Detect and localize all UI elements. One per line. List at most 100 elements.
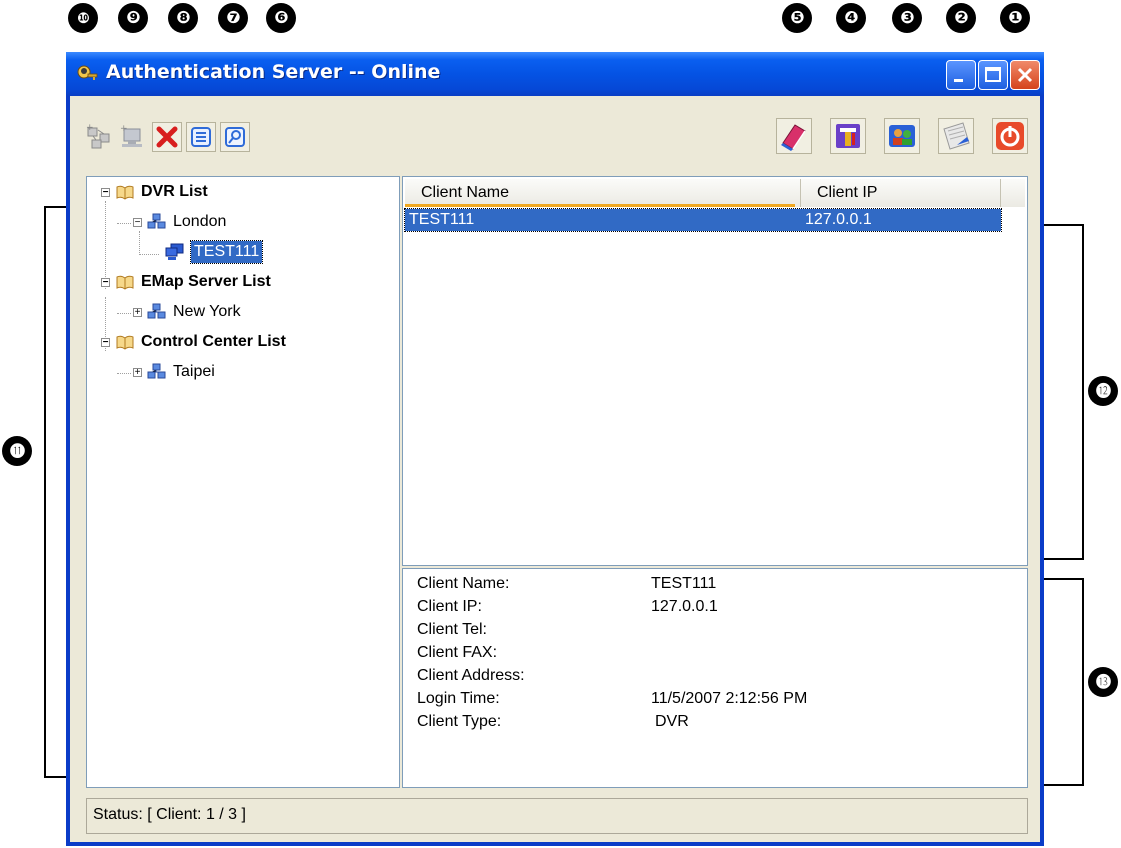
book-button[interactable] (776, 118, 812, 154)
tree-node-dvr-list[interactable]: − DVR List (99, 181, 299, 203)
book-icon (781, 124, 806, 151)
tree-line (139, 254, 159, 255)
tree-node-emap-server-list[interactable]: − EMap Server List (99, 271, 379, 293)
detail-value-client-ip: 127.0.0.1 (651, 598, 718, 615)
users-icon (889, 125, 915, 147)
tree-node-control-center-list[interactable]: − Control Center List (99, 331, 389, 353)
callout-13: ⓭ (1088, 667, 1118, 697)
cell-client-ip: 127.0.0.1 (805, 211, 872, 228)
table-row[interactable]: TEST111 127.0.0.1 (404, 208, 1002, 232)
search-icon (225, 127, 245, 147)
svg-text:+: + (120, 124, 128, 134)
callout-3: ❸ (892, 3, 922, 33)
settings-tools-button[interactable] (830, 118, 866, 154)
tree-node-london[interactable]: − London (133, 211, 333, 233)
notepad-button[interactable] (938, 118, 974, 154)
collapse-toggle[interactable]: − (101, 338, 110, 348)
tree-node-test111[interactable]: TEST111 (159, 240, 359, 264)
callout-7: ❼ (218, 3, 248, 33)
callout-5: ❺ (782, 3, 812, 33)
column-header-filler (1001, 179, 1025, 207)
callout-11: ⓫ (2, 436, 32, 466)
properties-icon (191, 127, 211, 147)
detail-label-login-time: Login Time: (417, 690, 500, 707)
callout-10: ❿ (68, 3, 98, 33)
callout-6: ❻ (266, 3, 296, 33)
tree-label-dvr-list: DVR List (141, 183, 208, 200)
tree-label-emap-server-list: EMap Server List (141, 273, 271, 290)
close-icon (1017, 67, 1033, 83)
tree-line (117, 373, 131, 374)
delete-button[interactable] (152, 122, 182, 152)
column-header-client-name[interactable]: Client Name (405, 179, 801, 207)
network-group-icon (147, 213, 166, 229)
sort-indicator (405, 204, 795, 207)
expand-toggle[interactable]: + (133, 368, 142, 378)
tree-label-new-york: New York (173, 303, 241, 320)
tree-line (117, 223, 131, 224)
notepad-icon (943, 122, 970, 150)
collapse-toggle[interactable]: − (101, 278, 110, 288)
callout-12: ⓬ (1088, 376, 1118, 406)
tree-node-new-york[interactable]: + New York (133, 301, 333, 323)
network-group-icon (147, 363, 166, 379)
tree-node-taipei[interactable]: + Taipei (133, 361, 333, 383)
tree-label-test111: TEST111 (189, 240, 264, 264)
expand-toggle[interactable]: + (133, 308, 142, 318)
callout-8: ❽ (168, 3, 198, 33)
book-open-icon (116, 185, 134, 200)
book-open-icon (116, 335, 134, 350)
callout-9: ❾ (118, 3, 148, 33)
client-list[interactable]: Client Name Client IP TEST111 127.0.0.1 (402, 176, 1028, 566)
app-window: Authentication Server -- Online + + − DV… (66, 52, 1044, 846)
power-button[interactable] (992, 118, 1028, 154)
detail-label-client-type: Client Type: (417, 713, 502, 730)
column-header-label: Client IP (817, 184, 878, 201)
detail-label-client-tel: Client Tel: (417, 621, 487, 638)
properties-button[interactable] (186, 122, 216, 152)
add-server-icon: + (86, 123, 110, 149)
window-title: Authentication Server -- Online (106, 61, 441, 83)
callout-4: ❹ (836, 3, 866, 33)
delete-icon (156, 126, 178, 148)
tree-line (139, 231, 140, 255)
client-details: Client Name: TEST111 Client IP: 127.0.0.… (402, 568, 1028, 788)
detail-value-client-type: DVR (655, 713, 689, 730)
maximize-button[interactable] (978, 60, 1008, 90)
app-key-icon (77, 65, 98, 80)
server-tree[interactable]: − DVR List − London TEST111 − EMap Serve… (86, 176, 400, 788)
callout-2: ❷ (946, 3, 976, 33)
window-client-area: + + − DVR List − London TEST111 − EMap S… (70, 96, 1040, 842)
callout-1: ❶ (1000, 3, 1030, 33)
add-server-button[interactable]: + (84, 122, 114, 152)
computer-icon (165, 243, 184, 260)
detail-label-client-name: Client Name: (417, 575, 510, 592)
status-bar: Status: [ Client: 1 / 3 ] (86, 798, 1028, 834)
tree-label-london: London (173, 213, 227, 230)
title-bar[interactable]: Authentication Server -- Online (66, 52, 1044, 96)
settings-tools-icon (836, 124, 860, 148)
svg-text:+: + (86, 123, 94, 133)
tree-label-control-center-list: Control Center List (141, 333, 286, 350)
status-text: Status: [ Client: 1 / 3 ] (93, 806, 246, 823)
users-button[interactable] (884, 118, 920, 154)
add-client-button[interactable]: + (118, 122, 148, 152)
book-open-icon (116, 275, 134, 290)
minimize-button[interactable] (946, 60, 976, 90)
collapse-toggle[interactable]: − (101, 188, 110, 198)
column-header-label: Client Name (421, 184, 510, 201)
minimize-icon (954, 79, 963, 82)
detail-label-client-fax: Client FAX: (417, 644, 498, 661)
collapse-toggle[interactable]: − (133, 218, 142, 228)
detail-value-client-name: TEST111 (651, 575, 717, 592)
tree-label-taipei: Taipei (173, 363, 215, 380)
cell-client-name: TEST111 (409, 211, 475, 228)
detail-value-login-time: 11/5/2007 2:12:56 PM (651, 690, 808, 707)
detail-label-client-address: Client Address: (417, 667, 525, 684)
search-button[interactable] (220, 122, 250, 152)
add-client-icon: + (120, 124, 142, 147)
tree-line (117, 313, 131, 314)
close-button[interactable] (1010, 60, 1040, 90)
power-icon (996, 122, 1024, 150)
column-header-client-ip[interactable]: Client IP (801, 179, 1001, 207)
